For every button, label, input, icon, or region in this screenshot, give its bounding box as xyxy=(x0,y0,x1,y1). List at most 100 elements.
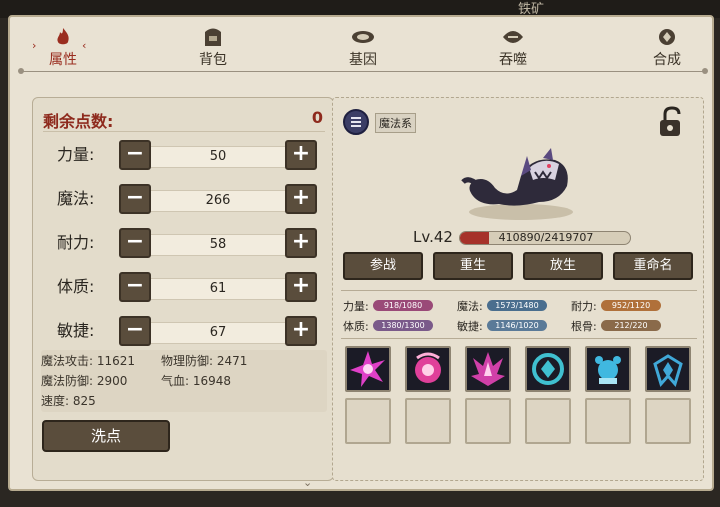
scroll-indicator: ⌄ xyxy=(303,476,313,489)
skill-slot-2[interactable] xyxy=(405,346,451,392)
decrease-strength-button[interactable]: − xyxy=(119,140,151,170)
section-divider xyxy=(341,338,697,339)
tab-backpack[interactable]: 背包 xyxy=(178,27,248,75)
devour-icon xyxy=(503,31,523,43)
skill-slot-6[interactable] xyxy=(645,346,691,392)
release-button[interactable]: 放生 xyxy=(523,252,603,280)
tab-bar: › ‹ 属性 背包 基因 吞噬 合成 xyxy=(10,17,716,75)
stat-name: 魔法: xyxy=(57,189,95,208)
pet-hp-bar: 410890/2419707 xyxy=(459,231,631,245)
gene-icon xyxy=(352,31,374,43)
stat-value: 67 xyxy=(209,325,227,340)
stat-name: 敏捷: xyxy=(57,321,95,340)
cyan-shield-icon xyxy=(532,353,564,385)
stat-value: 266 xyxy=(205,193,231,208)
pet-hp-text: 410890/2419707 xyxy=(498,231,594,244)
pink-burst-icon xyxy=(350,351,385,387)
increase-agility-button[interactable]: + xyxy=(285,316,317,346)
tab-label: 合成 xyxy=(653,52,681,68)
tab-attributes[interactable]: 属性 xyxy=(28,27,98,75)
tab-label: 背包 xyxy=(199,52,227,68)
stat-value: 50 xyxy=(209,149,227,164)
stat-value: 61 xyxy=(209,281,227,296)
reset-points-button[interactable]: 洗点 xyxy=(42,420,170,452)
increase-endurance-button[interactable]: + xyxy=(285,228,317,258)
increase-constitution-button[interactable]: + xyxy=(285,272,317,302)
empty-skill-slot[interactable] xyxy=(405,398,451,444)
magic-defense: 魔法防御: 2900 xyxy=(41,374,128,388)
skill-slot-3[interactable] xyxy=(465,346,511,392)
empty-skill-slot[interactable] xyxy=(585,398,631,444)
tab-devour[interactable]: 吞噬 xyxy=(478,27,548,75)
stat-row-agility: 敏捷: 67 − + xyxy=(33,312,335,346)
skill-slot-1[interactable] xyxy=(345,346,391,392)
increase-magic-button[interactable]: + xyxy=(285,184,317,214)
stat-name: 力量: xyxy=(57,145,95,164)
unlock-icon[interactable] xyxy=(655,106,685,138)
cyan-wing-icon xyxy=(653,354,683,388)
empty-skill-slot[interactable] xyxy=(465,398,511,444)
stat-row-strength: 力量: 50 − + xyxy=(33,136,335,170)
attr-label: 耐力: xyxy=(571,300,597,313)
hp-stat: 气血: 16948 xyxy=(161,374,232,388)
divider-dot xyxy=(702,68,708,74)
remaining-points: 剩余点数: 0 xyxy=(43,106,325,132)
tab-divider xyxy=(20,71,706,72)
increase-strength-button[interactable]: + xyxy=(285,140,317,170)
magic-attack: 魔法攻击: 11621 xyxy=(41,354,136,368)
stat-stepper: 58 − + xyxy=(119,228,317,258)
remaining-points-label: 剩余点数: xyxy=(43,112,114,131)
stat-stepper: 67 − + xyxy=(119,316,317,346)
physical-defense: 物理防御: 2471 xyxy=(161,354,248,368)
deploy-button[interactable]: 参战 xyxy=(343,252,423,280)
remaining-points-value: 0 xyxy=(311,108,323,127)
derived-stats: 魔法攻击: 11621 物理防御: 2471 魔法防御: 2900 气血: 16… xyxy=(41,350,327,412)
stat-stepper: 266 − + xyxy=(119,184,317,214)
pet-monster-image xyxy=(461,148,573,220)
section-divider xyxy=(341,290,697,291)
pink-orb-icon xyxy=(415,352,441,383)
pet-level: Lv.42 xyxy=(413,228,453,246)
backpack-icon xyxy=(205,28,221,46)
synthesis-icon xyxy=(659,29,675,45)
attr-bar: 918/1080 xyxy=(373,300,433,311)
rename-button[interactable]: 重命名 xyxy=(613,252,693,280)
attr-label: 体质: xyxy=(343,320,369,333)
empty-skill-slot[interactable] xyxy=(345,398,391,444)
attr-label: 力量: xyxy=(343,300,369,313)
pink-flame-icon xyxy=(471,352,505,386)
tab-synthesis[interactable]: 合成 xyxy=(632,27,702,75)
flame-icon xyxy=(57,28,69,45)
stat-stepper: 61 − + xyxy=(119,272,317,302)
decrease-constitution-button[interactable]: − xyxy=(119,272,151,302)
empty-skill-slot[interactable] xyxy=(525,398,571,444)
menu-list-icon[interactable] xyxy=(343,109,369,135)
rebirth-button[interactable]: 重生 xyxy=(433,252,513,280)
attr-label: 敏捷: xyxy=(457,320,483,333)
tab-label: 属性 xyxy=(49,52,77,68)
stat-value: 58 xyxy=(209,237,227,252)
stat-name: 耐力: xyxy=(57,233,95,252)
decrease-endurance-button[interactable]: − xyxy=(119,228,151,258)
stat-row-constitution: 体质: 61 − + xyxy=(33,268,335,302)
skill-slot-4[interactable] xyxy=(525,346,571,392)
tab-label: 吞噬 xyxy=(499,52,527,68)
pet-panel: 魔法系 Lv.42 410890/2419707 参战 重生 放生 重命名 力量… xyxy=(332,97,704,481)
decrease-magic-button[interactable]: − xyxy=(119,184,151,214)
divider-dot xyxy=(18,68,24,74)
stat-name: 体质: xyxy=(57,277,95,296)
stat-row-endurance: 耐力: 58 − + xyxy=(33,224,335,258)
attr-bar: 952/1120 xyxy=(601,300,661,311)
skill-slot-5[interactable] xyxy=(585,346,631,392)
stat-stepper: 50 − + xyxy=(119,140,317,170)
stat-row-magic: 魔法: 266 − + xyxy=(33,180,335,214)
attribute-panel: 剩余点数: 0 力量: 50 − + 魔法: 266 − + 耐力: 58 − … xyxy=(32,97,335,489)
attr-label: 根骨: xyxy=(571,320,597,333)
cyan-beast-icon xyxy=(595,356,621,384)
tab-gene[interactable]: 基因 xyxy=(328,27,398,75)
empty-skill-slot[interactable] xyxy=(645,398,691,444)
attr-bar: 1380/1300 xyxy=(373,320,433,331)
pet-type-badge: 魔法系 xyxy=(375,113,416,133)
decrease-agility-button[interactable]: − xyxy=(119,316,151,346)
attr-label: 魔法: xyxy=(457,300,483,313)
